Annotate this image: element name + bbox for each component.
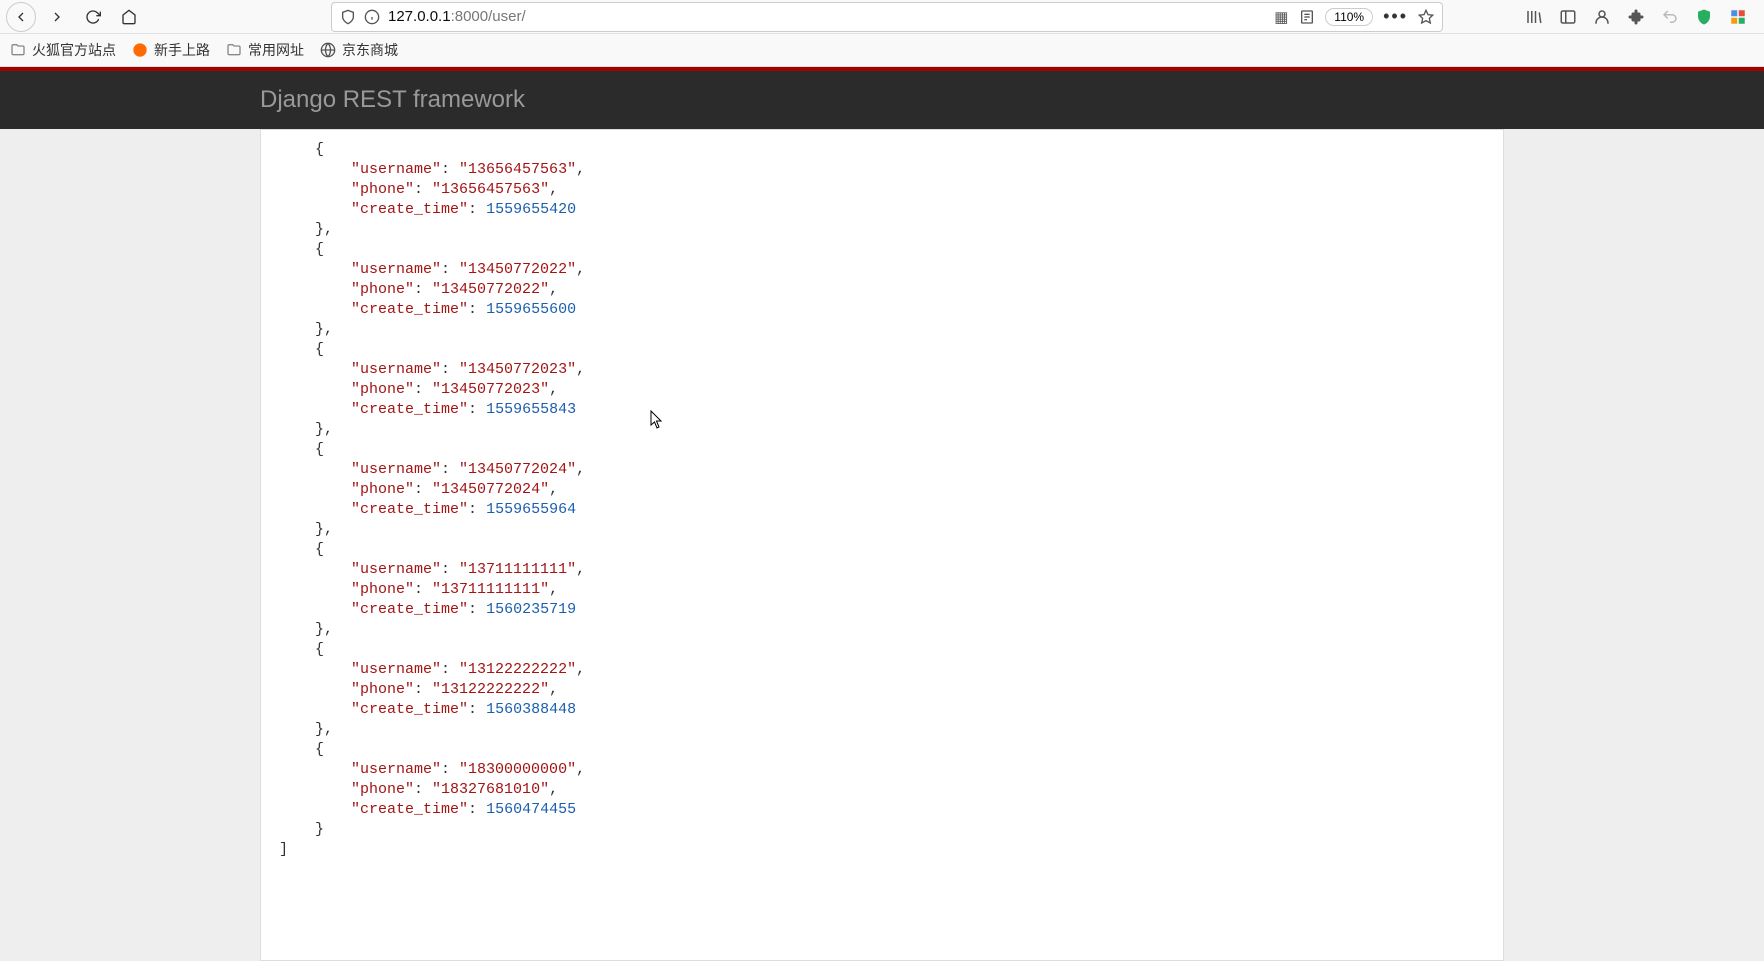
bookmark-item-1[interactable]: 新手上路 xyxy=(132,40,210,60)
reader-icon[interactable] xyxy=(1299,9,1315,25)
url-bar[interactable]: 127.0.0.1:8000/user/ ▦ 110% ••• xyxy=(331,2,1443,32)
sidebar-icon[interactable] xyxy=(1558,7,1578,27)
globe-icon xyxy=(320,42,336,58)
bookmark-bar: 火狐官方站点 新手上路 常用网址 京东商城 xyxy=(0,34,1764,67)
browser-toolbar: 127.0.0.1:8000/user/ ▦ 110% ••• xyxy=(0,0,1764,34)
bookmark-label: 新手上路 xyxy=(154,40,210,60)
folder-icon xyxy=(10,42,26,58)
drf-title[interactable]: Django REST framework xyxy=(260,86,525,114)
shield-icon xyxy=(340,9,356,25)
json-content: { "username": "13656457563", "phone": "1… xyxy=(279,140,1485,860)
response-body: { "username": "13656457563", "phone": "1… xyxy=(260,129,1504,961)
info-icon[interactable] xyxy=(364,9,380,25)
folder-icon xyxy=(226,42,242,58)
zoom-level[interactable]: 110% xyxy=(1325,8,1373,26)
back-button[interactable] xyxy=(6,2,36,32)
forward-button[interactable] xyxy=(42,2,72,32)
reload-button[interactable] xyxy=(78,2,108,32)
page-background: { "username": "13656457563", "phone": "1… xyxy=(0,129,1764,961)
firefox-icon xyxy=(132,42,148,58)
puzzle-icon[interactable] xyxy=(1728,7,1748,27)
bookmark-star-icon[interactable] xyxy=(1418,9,1434,25)
bookmark-label: 火狐官方站点 xyxy=(32,40,116,60)
qr-icon[interactable]: ▦ xyxy=(1273,9,1289,25)
bookmark-item-3[interactable]: 京东商城 xyxy=(320,40,398,60)
bookmark-label: 常用网址 xyxy=(248,40,304,60)
account-icon[interactable] xyxy=(1592,7,1612,27)
bookmark-item-2[interactable]: 常用网址 xyxy=(226,40,304,60)
extension-icon[interactable] xyxy=(1626,7,1646,27)
undo-icon[interactable] xyxy=(1660,7,1680,27)
page-actions-icon[interactable]: ••• xyxy=(1383,6,1408,27)
library-icon[interactable] xyxy=(1524,7,1544,27)
drf-header: Django REST framework xyxy=(0,71,1764,129)
bookmark-item-0[interactable]: 火狐官方站点 xyxy=(10,40,116,60)
toolbar-right-icons xyxy=(1524,7,1758,27)
home-button[interactable] xyxy=(114,2,144,32)
bookmark-label: 京东商城 xyxy=(342,40,398,60)
url-text: 127.0.0.1:8000/user/ xyxy=(388,8,1265,25)
security-shield-icon[interactable] xyxy=(1694,7,1714,27)
